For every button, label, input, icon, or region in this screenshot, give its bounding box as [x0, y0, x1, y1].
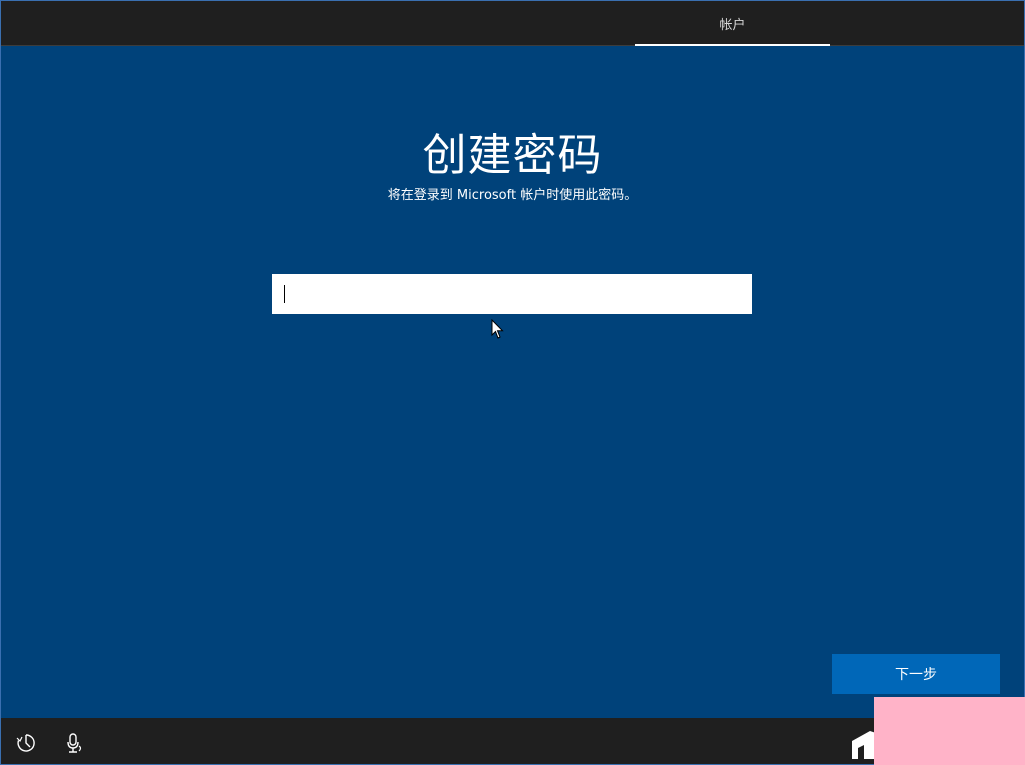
setup-window: 帐户 创建密码 将在登录到 Microsoft 帐户时使用此密码。 下一步	[0, 0, 1025, 765]
top-bar: 帐户	[1, 1, 1024, 46]
overlay-block	[874, 697, 1025, 765]
next-button[interactable]: 下一步	[832, 654, 1000, 694]
text-caret	[284, 285, 285, 303]
page-title: 创建密码	[422, 130, 603, 181]
tab-active-indicator	[635, 44, 830, 46]
page-subtitle: 将在登录到 Microsoft 帐户时使用此密码。	[387, 188, 638, 203]
microphone-icon[interactable]	[64, 732, 86, 754]
ease-of-access-icon[interactable]	[15, 732, 37, 754]
password-input[interactable]	[272, 274, 752, 314]
tab-account-label: 帐户	[719, 17, 746, 33]
tab-account[interactable]: 帐户	[635, 1, 830, 46]
mouse-pointer-icon	[491, 319, 504, 339]
bottom-bar	[1, 718, 1024, 764]
